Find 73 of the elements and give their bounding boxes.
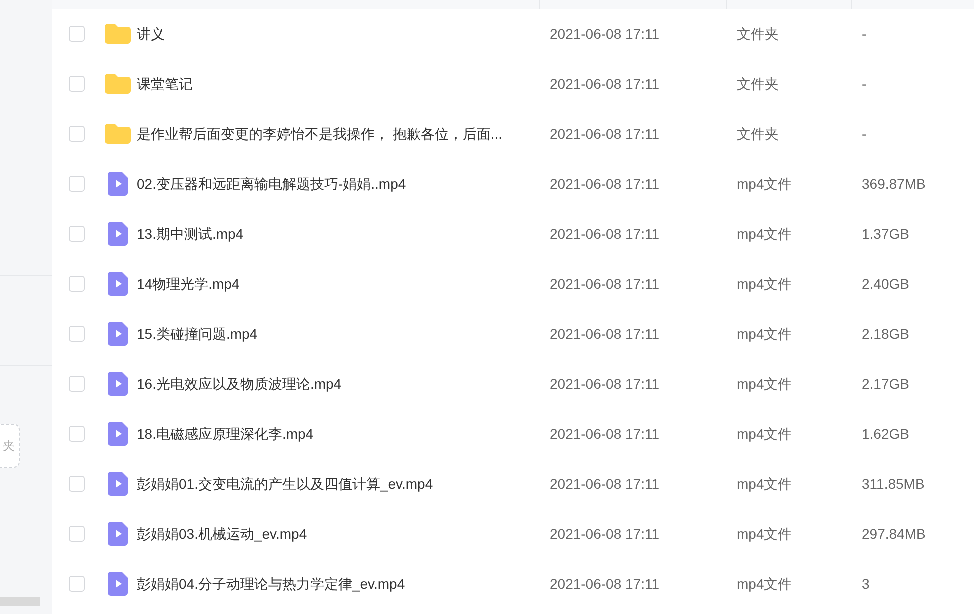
file-name[interactable]: 是作业帮后面变更的李婷怡不是我操作， 抱歉各位，后面...	[137, 126, 503, 142]
folder-icon	[105, 124, 131, 144]
file-type: mp4文件	[737, 476, 792, 492]
video-file-icon	[108, 472, 128, 496]
modified-date: 2021-06-08 17:11	[550, 126, 660, 142]
row-checkbox[interactable]	[69, 76, 85, 92]
file-name[interactable]: 彭娟娟03.机械运动_ev.mp4	[137, 526, 308, 542]
file-type: mp4文件	[737, 226, 792, 242]
video-file-icon	[108, 372, 128, 396]
row-checkbox[interactable]	[69, 126, 85, 142]
row-checkbox[interactable]	[69, 176, 85, 192]
row-checkbox[interactable]	[69, 376, 85, 392]
modified-date: 2021-06-08 17:11	[550, 326, 660, 342]
row-checkbox[interactable]	[69, 526, 85, 542]
scrollbar[interactable]	[0, 597, 40, 606]
file-type: mp4文件	[737, 276, 792, 292]
file-size: 1.37GB	[862, 226, 910, 242]
file-size: 2.18GB	[862, 326, 910, 342]
folder-icon	[105, 74, 131, 94]
modified-date: 2021-06-08 17:11	[550, 576, 660, 592]
modified-date: 2021-06-08 17:11	[550, 176, 660, 192]
file-type: mp4文件	[737, 576, 792, 592]
file-size: -	[862, 126, 867, 142]
modified-date: 2021-06-08 17:11	[550, 376, 660, 392]
file-size: 2.17GB	[862, 376, 910, 392]
file-name[interactable]: 讲义	[137, 26, 165, 42]
row-checkbox[interactable]	[69, 576, 85, 592]
file-size: 297.84MB	[862, 526, 926, 542]
file-name[interactable]: 16.光电效应以及物质波理论.mp4	[137, 376, 342, 392]
file-type: mp4文件	[737, 526, 792, 542]
file-size: 1.62GB	[862, 426, 910, 442]
file-size: -	[862, 26, 867, 42]
video-file-icon	[108, 322, 128, 346]
video-file-icon	[108, 222, 128, 246]
file-type: mp4文件	[737, 426, 792, 442]
folder-icon	[105, 24, 131, 44]
video-file-icon	[108, 272, 128, 296]
file-size: 369.87MB	[862, 176, 926, 192]
file-type: mp4文件	[737, 326, 792, 342]
video-file-icon	[108, 422, 128, 446]
file-name[interactable]: 课堂笔记	[137, 76, 193, 92]
file-name[interactable]: 14物理光学.mp4	[137, 276, 240, 292]
modified-date: 2021-06-08 17:11	[550, 76, 660, 92]
file-name[interactable]: 彭娟娟04.分子动理论与热力学定律_ev.mp4	[137, 576, 406, 592]
row-checkbox[interactable]	[69, 26, 85, 42]
row-checkbox[interactable]	[69, 426, 85, 442]
modified-date: 2021-06-08 17:11	[550, 476, 660, 492]
file-name[interactable]: 13.期中测试.mp4	[137, 226, 244, 242]
file-size: 2.40GB	[862, 276, 910, 292]
file-type: 文件夹	[737, 76, 779, 92]
file-name[interactable]: 18.电磁感应原理深化李.mp4	[137, 426, 314, 442]
file-type: mp4文件	[737, 176, 792, 192]
row-checkbox[interactable]	[69, 326, 85, 342]
row-checkbox[interactable]	[69, 226, 85, 242]
modified-date: 2021-06-08 17:11	[550, 226, 660, 242]
file-name[interactable]: 02.变压器和远距离输电解题技巧-娟娟..mp4	[137, 176, 406, 192]
file-type: 文件夹	[737, 26, 779, 42]
file-name[interactable]: 彭娟娟01.交变电流的产生以及四值计算_ev.mp4	[137, 476, 434, 492]
video-file-icon	[108, 572, 128, 596]
modified-date: 2021-06-08 17:11	[550, 426, 660, 442]
file-size: -	[862, 76, 867, 92]
row-checkbox[interactable]	[69, 476, 85, 492]
modified-date: 2021-06-08 17:11	[550, 276, 660, 292]
row-checkbox[interactable]	[69, 276, 85, 292]
modified-date: 2021-06-08 17:11	[550, 526, 660, 542]
file-type: mp4文件	[737, 376, 792, 392]
file-name[interactable]: 15.类碰撞问题.mp4	[137, 326, 258, 342]
video-file-icon	[108, 522, 128, 546]
video-file-icon	[108, 172, 128, 196]
file-size: 311.85MB	[862, 476, 925, 492]
file-type: 文件夹	[737, 126, 779, 142]
file-size: 3	[862, 576, 870, 592]
modified-date: 2021-06-08 17:11	[550, 26, 660, 42]
